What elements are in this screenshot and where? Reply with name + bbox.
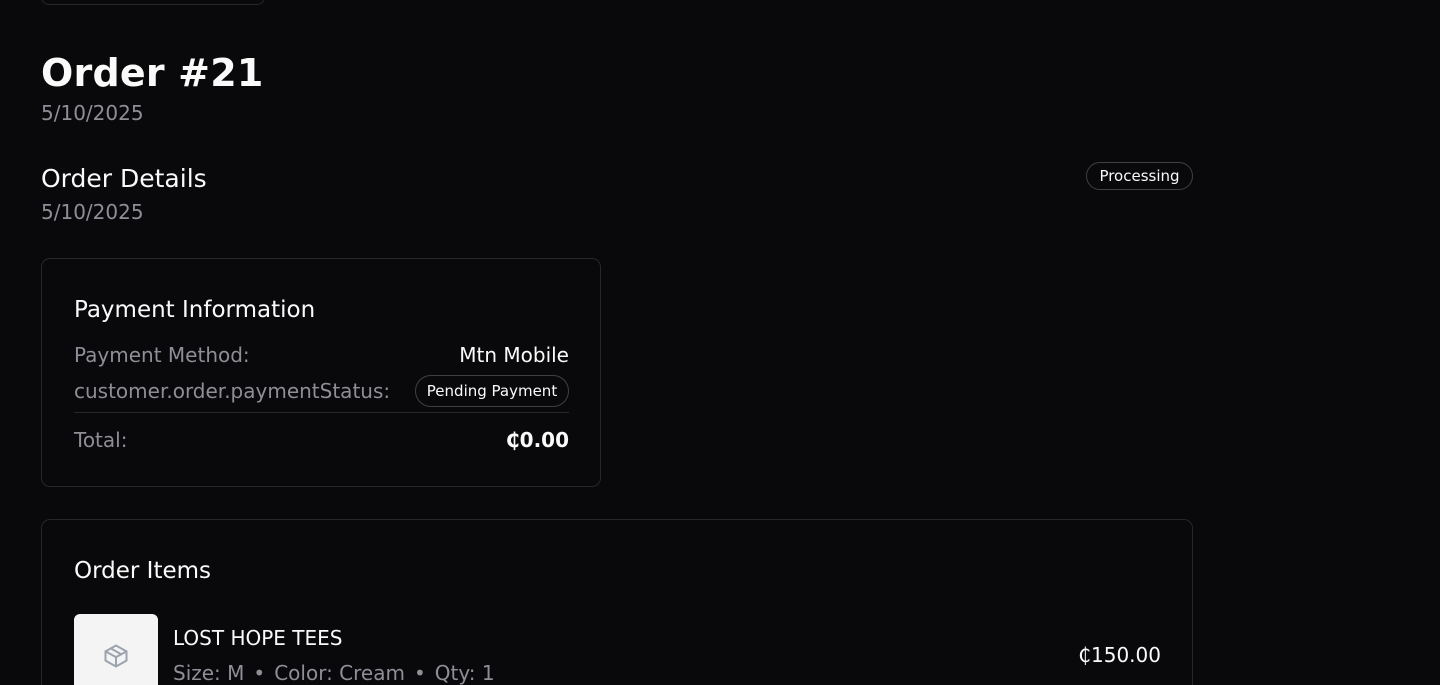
payment-divider: [74, 412, 569, 413]
payment-information-card: Payment Information Payment Method: Mtn …: [41, 258, 601, 487]
item-size: Size: M: [173, 661, 245, 685]
order-detail-page: Order #21 5/10/2025 Order Details 5/10/2…: [0, 0, 1440, 685]
payment-method-label: Payment Method:: [74, 343, 250, 367]
payment-status-row: customer.order.paymentStatus: Pending Pa…: [74, 375, 569, 407]
order-items-heading: Order Items: [74, 558, 212, 584]
item-thumbnail: [74, 614, 158, 685]
order-details-heading: Order Details: [41, 164, 207, 193]
item-color: Color: Cream: [274, 661, 405, 685]
back-button[interactable]: [41, 0, 265, 5]
order-items-card: Order Items LOST HOPE TEES Size: M • Color…: [41, 519, 1193, 685]
meta-separator: •: [413, 661, 426, 685]
total-value: ₵0.00: [505, 428, 569, 452]
meta-separator: •: [253, 661, 266, 685]
page-title: Order #21: [41, 51, 264, 95]
item-price: ₵150.00: [1078, 643, 1161, 667]
item-meta: Size: M • Color: Cream • Qty: 1: [173, 660, 495, 685]
total-label: Total:: [74, 428, 128, 452]
payment-method-row: Payment Method: Mtn Mobile: [74, 340, 569, 370]
order-details-date: 5/10/2025: [41, 200, 144, 224]
payment-method-value: Mtn Mobile: [459, 343, 569, 367]
payment-total-row: Total: ₵0.00: [74, 424, 569, 456]
order-date: 5/10/2025: [41, 101, 144, 125]
payment-status-badge: Pending Payment: [415, 375, 569, 407]
item-quantity: Qty: 1: [434, 661, 495, 685]
item-name: LOST HOPE TEES: [173, 626, 343, 650]
order-status-badge: Processing: [1086, 162, 1193, 190]
payment-information-heading: Payment Information: [74, 297, 316, 323]
payment-status-label: customer.order.paymentStatus:: [74, 379, 391, 403]
package-icon: [104, 644, 128, 668]
order-item: LOST HOPE TEES Size: M • Color: Cream • Qty:…: [74, 614, 1161, 685]
